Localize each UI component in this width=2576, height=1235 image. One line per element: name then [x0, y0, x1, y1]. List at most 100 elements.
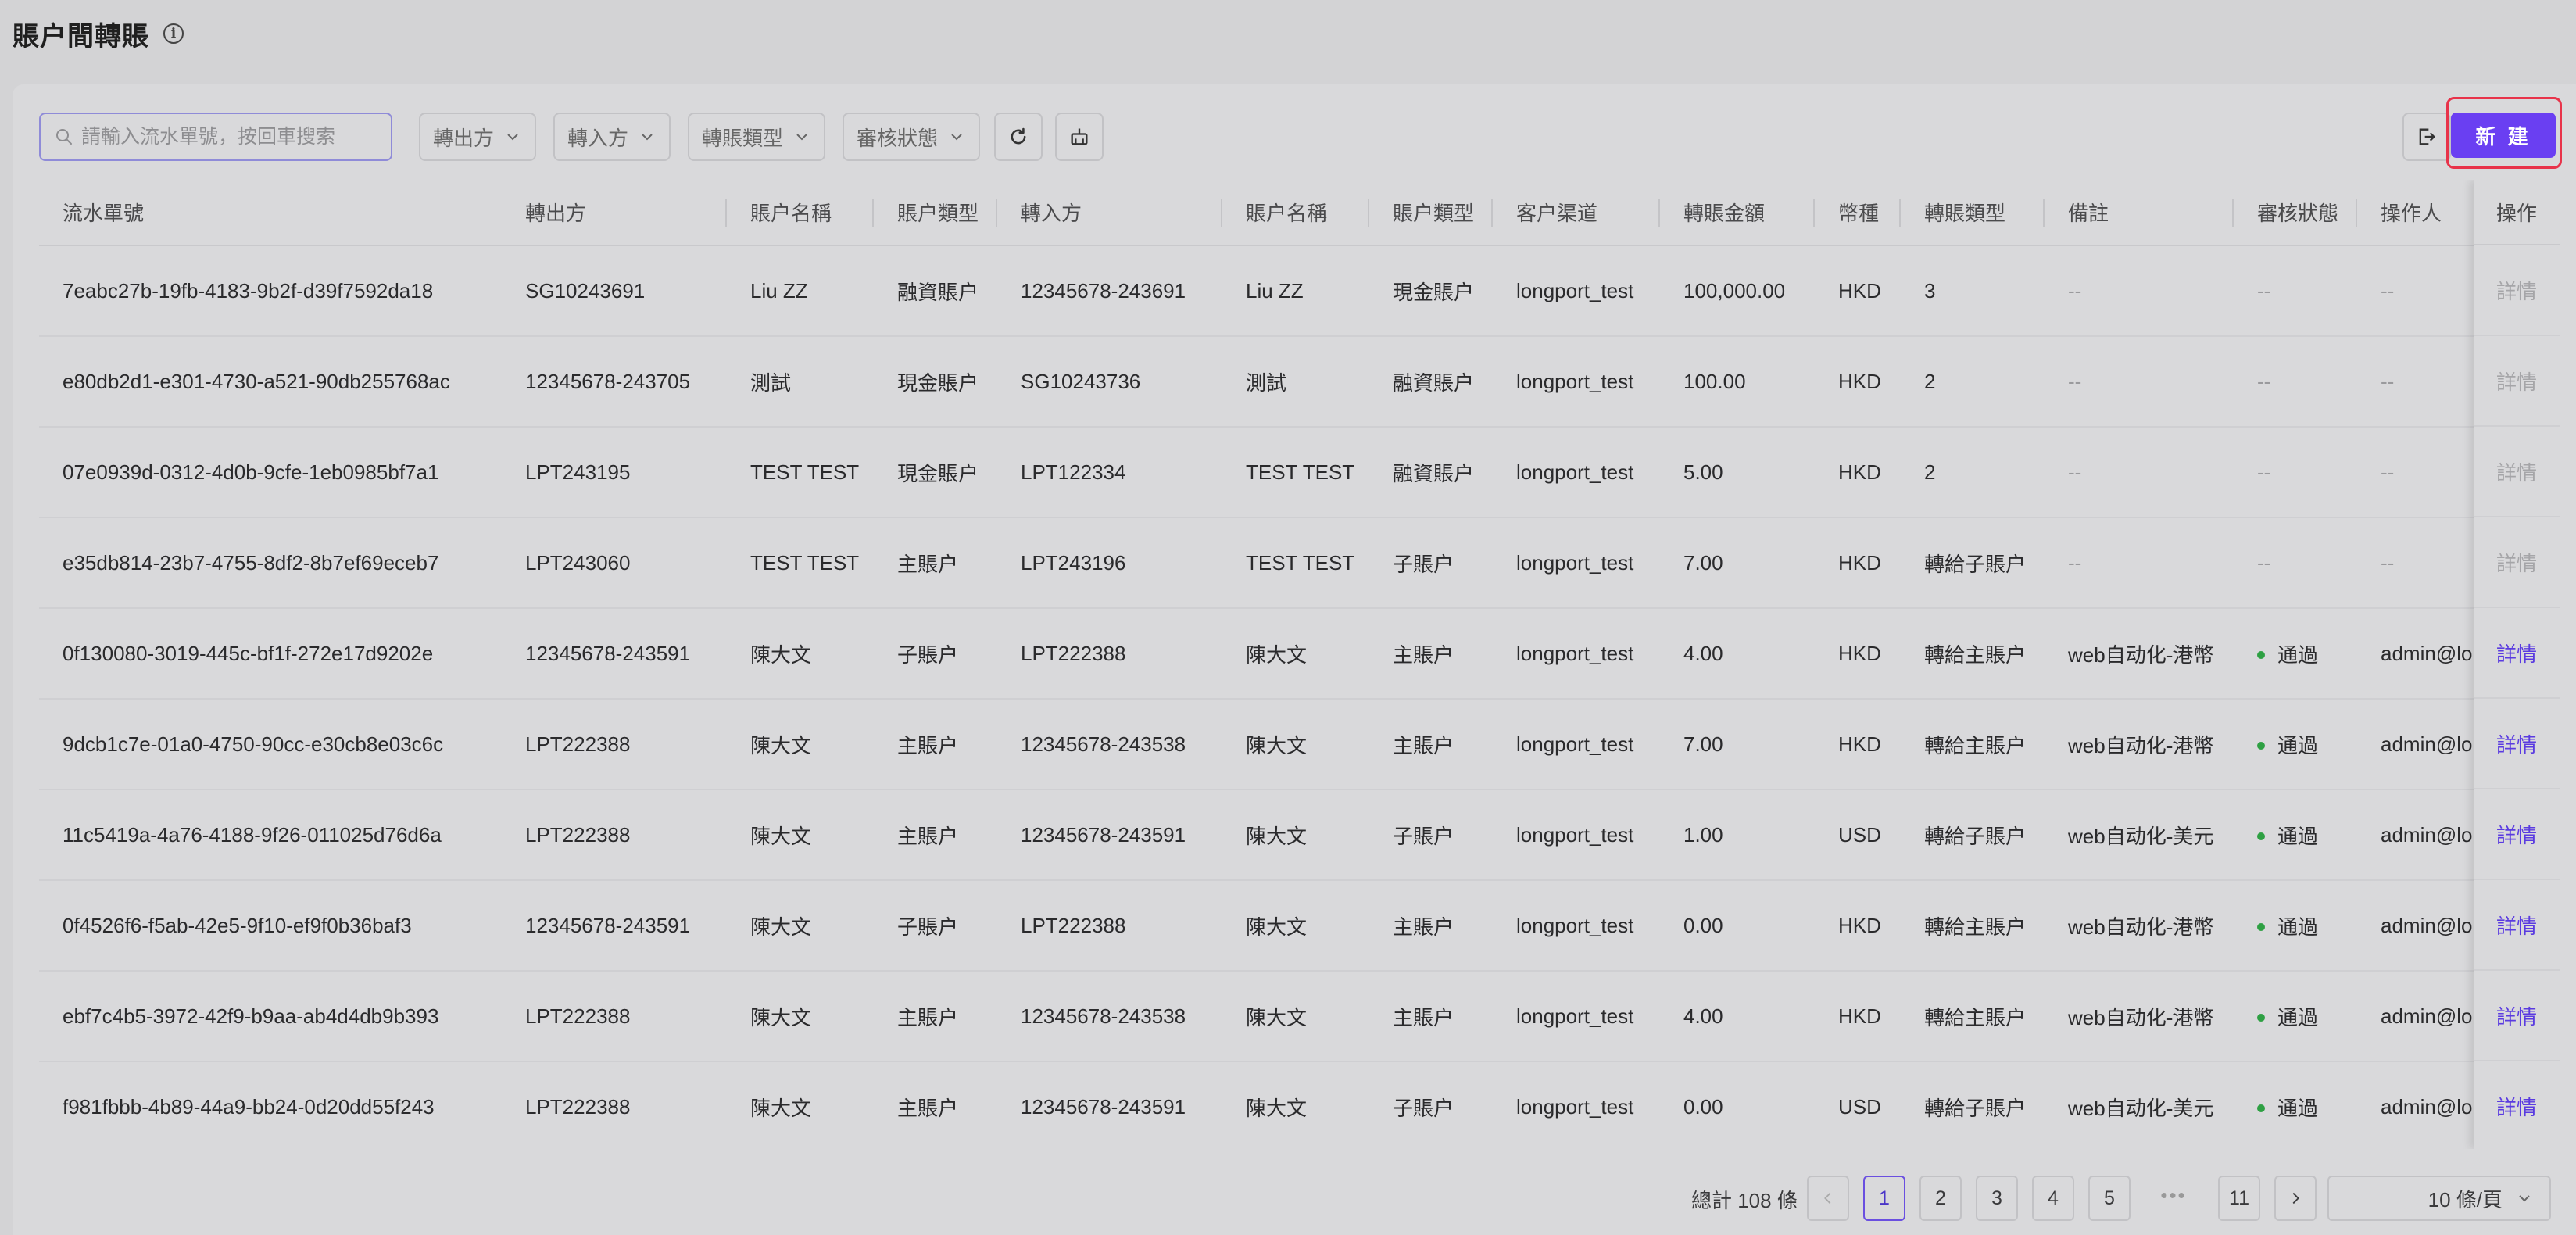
page-button-last[interactable]: 11 — [2218, 1176, 2260, 1221]
filter-transfer-in[interactable]: 轉入方 — [553, 113, 671, 161]
cell-serial-no: 0f4526f6-f5ab-42e5-9f10-ef9f0b36baf3 — [39, 880, 502, 972]
page-size-select[interactable]: 10 條/頁 — [2327, 1176, 2551, 1221]
filter-review-status[interactable]: 審核狀態 — [843, 113, 981, 161]
cell-serial-no: 11c5419a-4a76-4188-9f26-011025d76d6a — [39, 789, 502, 881]
cell-channel: longport_test — [1493, 517, 1660, 609]
search-input[interactable] — [81, 125, 378, 149]
cell-transfer-out: 12345678-243591 — [502, 608, 727, 700]
cell-remark: web自动化-港幣 — [2045, 608, 2234, 700]
refresh-button[interactable] — [994, 113, 1043, 161]
cell-account-type-out: 子賬户 — [874, 880, 997, 972]
detail-link[interactable]: 詳情 — [2474, 245, 2560, 336]
cell-amount: 0.00 — [1660, 1061, 1815, 1149]
status-text: 通過 — [2277, 915, 2319, 939]
cell-amount: 0.00 — [1660, 880, 1815, 972]
detail-link[interactable]: 詳情 — [2474, 1061, 2560, 1149]
cell-channel: longport_test — [1493, 245, 1660, 337]
cell-review-status: 通過 — [2234, 699, 2357, 790]
cell-operator: admin@lo — [2357, 971, 2490, 1062]
cell-operator: admin@lo — [2357, 1061, 2490, 1149]
status-text: 通過 — [2277, 643, 2319, 667]
new-button[interactable]: 新 建 — [2451, 113, 2556, 158]
cell-currency: HKD — [1815, 427, 1901, 518]
detail-link[interactable]: 詳情 — [2474, 336, 2560, 427]
cell-account-name-in: Liu ZZ — [1222, 245, 1369, 337]
cell-operator: admin@lo — [2357, 608, 2490, 700]
table-row: 0f130080-3019-445c-bf1f-272e17d9202e 1234… — [39, 608, 2560, 700]
page-button-2[interactable]: 2 — [1919, 1176, 1962, 1221]
cell-transfer-out: 12345678-243705 — [502, 336, 727, 428]
detail-link[interactable]: 詳情 — [2474, 789, 2560, 880]
table-row: 07e0939d-0312-4d0b-9cfe-1eb0985bf7a1 LPT2… — [39, 427, 2560, 518]
status-dot-icon — [2257, 1013, 2265, 1022]
toolbar: 轉出方 轉入方 轉賬類型 審核狀態 — [39, 113, 2576, 161]
cell-amount: 5.00 — [1660, 427, 1815, 518]
filter-transfer-out[interactable]: 轉出方 — [419, 113, 537, 161]
cell-account-name-out: 陳大文 — [727, 789, 874, 881]
table-row: 9dcb1c7e-01a0-4750-90cc-e30cb8e03c6c LPT2… — [39, 699, 2560, 790]
pagination-ellipsis[interactable]: ••• — [2152, 1183, 2195, 1208]
detail-link[interactable]: 詳情 — [2474, 517, 2560, 608]
page-header: 賬户間轉賬 i — [13, 14, 184, 53]
page-button-4[interactable]: 4 — [2032, 1176, 2074, 1221]
cell-review-status: -- — [2234, 427, 2357, 518]
detail-link[interactable]: 詳情 — [2474, 427, 2560, 517]
page-button-5[interactable]: 5 — [2088, 1176, 2131, 1221]
cell-transfer-in: 12345678-243591 — [997, 1061, 1222, 1149]
detail-link[interactable]: 詳情 — [2474, 699, 2560, 789]
cell-account-type-out: 主賬户 — [874, 971, 997, 1062]
cell-channel: longport_test — [1493, 971, 1660, 1062]
cell-account-type-out: 融資賬户 — [874, 245, 997, 337]
search-box[interactable] — [39, 113, 392, 161]
detail-link[interactable]: 詳情 — [2474, 608, 2560, 699]
export-button[interactable] — [2402, 113, 2451, 161]
cell-account-type-in: 主賬户 — [1369, 699, 1493, 790]
clear-button[interactable] — [1055, 113, 1104, 161]
status-text: 通過 — [2277, 1005, 2319, 1029]
cell-transfer-out: 12345678-243591 — [502, 880, 727, 972]
prev-page-button[interactable] — [1807, 1176, 1849, 1221]
cell-account-name-out: TEST TEST — [727, 517, 874, 609]
cell-transfer-in: LPT122334 — [997, 427, 1222, 518]
status-dot-icon — [2257, 650, 2265, 659]
cell-channel: longport_test — [1493, 699, 1660, 790]
column-header-account-type-out: 賬户類型 — [874, 180, 997, 246]
cell-currency: HKD — [1815, 608, 1901, 700]
cell-operator: -- — [2357, 245, 2490, 337]
info-icon[interactable]: i — [163, 23, 184, 44]
next-page-button[interactable] — [2274, 1176, 2317, 1221]
cell-currency: USD — [1815, 789, 1901, 881]
refresh-icon — [1011, 127, 1026, 145]
page-button-1[interactable]: 1 — [1863, 1176, 1905, 1221]
cell-account-type-in: 主賬户 — [1369, 971, 1493, 1062]
cell-transfer-type: 轉給子賬户 — [1901, 789, 2045, 881]
pagination: 總計 108 條 12345 ••• 11 10 條/頁 — [13, 1176, 2576, 1222]
detail-link[interactable]: 詳情 — [2474, 971, 2560, 1061]
cell-transfer-in: LPT222388 — [997, 880, 1222, 972]
cell-account-name-in: 陳大文 — [1222, 789, 1369, 881]
cell-review-status: 通過 — [2234, 880, 2357, 972]
cell-channel: longport_test — [1493, 608, 1660, 700]
cell-account-type-in: 主賬户 — [1369, 608, 1493, 700]
column-header-transfer-out: 轉出方 — [502, 180, 727, 246]
filter-transfer-type[interactable]: 轉賬類型 — [688, 113, 826, 161]
column-header-account-name-in: 賬户名稱 — [1222, 180, 1369, 246]
cell-transfer-in: SG10243736 — [997, 336, 1222, 428]
cell-account-type-in: 主賬户 — [1369, 880, 1493, 972]
cell-review-status: -- — [2234, 517, 2357, 609]
table-row: e80db2d1-e301-4730-a521-90db255768ac 1234… — [39, 336, 2560, 428]
detail-link[interactable]: 詳情 — [2474, 880, 2560, 971]
cell-amount: 1.00 — [1660, 789, 1815, 881]
cell-review-status: -- — [2234, 245, 2357, 337]
cell-account-name-in: 陳大文 — [1222, 880, 1369, 972]
cell-transfer-type: 轉給子賬户 — [1901, 1061, 2045, 1149]
chevron-down-icon — [2519, 1195, 2530, 1202]
cell-remark: -- — [2045, 517, 2234, 609]
column-header-amount: 轉賬金額 — [1660, 180, 1815, 246]
page-button-3[interactable]: 3 — [1976, 1176, 2018, 1221]
cell-operator: admin@lo — [2357, 880, 2490, 972]
table-row: f981fbbb-4b89-44a9-bb24-0d20dd55f243 LPT2… — [39, 1061, 2560, 1149]
search-icon — [56, 129, 72, 145]
column-header-account-name-out: 賬户名稱 — [727, 180, 874, 246]
cell-account-name-in: TEST TEST — [1222, 517, 1369, 609]
